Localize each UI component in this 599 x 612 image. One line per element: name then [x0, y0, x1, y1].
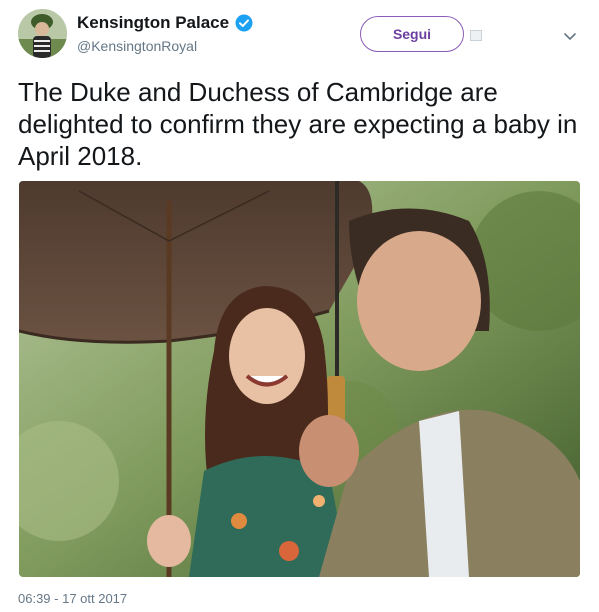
tweet-text: The Duke and Duchess of Cambridge are de… — [18, 77, 578, 171]
tweet-timestamp[interactable]: 06:39 - 17 ott 2017 — [18, 591, 127, 606]
verified-badge-icon — [235, 14, 253, 32]
follow-button[interactable]: Segui — [360, 16, 464, 52]
display-name[interactable]: Kensington Palace — [77, 13, 229, 33]
follow-notification-icon — [470, 30, 482, 41]
avatar[interactable] — [18, 9, 67, 58]
author-handle[interactable]: @KensingtonRoyal — [77, 38, 197, 54]
chevron-down-icon[interactable] — [562, 28, 578, 44]
author-name-row[interactable]: Kensington Palace — [77, 12, 253, 34]
photo-image — [19, 181, 580, 577]
tweet-photo[interactable] — [19, 181, 580, 577]
avatar-image — [18, 9, 67, 58]
